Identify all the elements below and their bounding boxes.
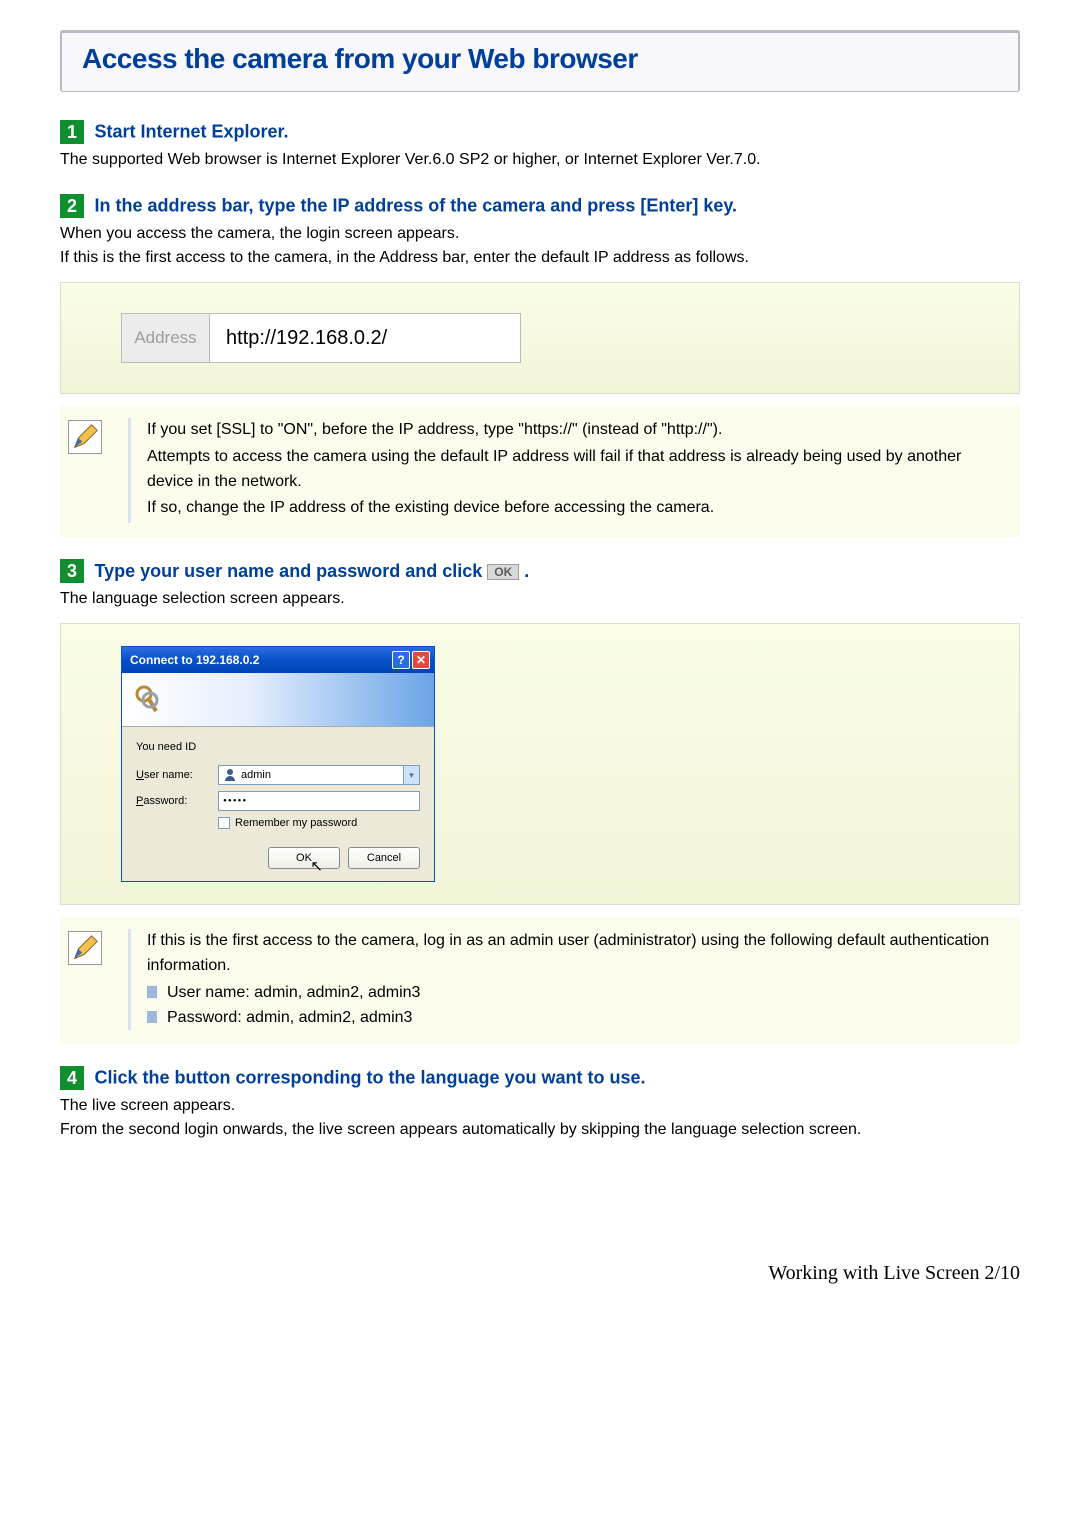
keys-icon: [132, 682, 168, 718]
step-4-body-1: The live screen appears.: [60, 1094, 1020, 1118]
step-4-body-2: From the second login onwards, the live …: [60, 1118, 1020, 1142]
password-label: Password:: [136, 795, 218, 807]
note-default-username: User name: admin, admin2, admin3: [147, 981, 1000, 1006]
note-default-intro: If this is the first access to the camer…: [147, 929, 1000, 979]
pencil-note-icon: [68, 931, 102, 965]
step-3-heading-period: .: [524, 561, 529, 581]
step-3: 3 Type your user name and password and c…: [60, 559, 1020, 583]
note-divider-2: [128, 929, 131, 1030]
dialog-help-button[interactable]: ?: [392, 651, 410, 669]
note-ssl-body: If you set [SSL] to "ON", before the IP …: [147, 418, 1000, 523]
login-dialog: Connect to 192.168.0.2 ? ✕ You need ID U…: [121, 646, 435, 882]
note-ssl-line3: If so, change the IP address of the exis…: [147, 496, 1000, 521]
step-number-1: 1: [60, 120, 84, 144]
dialog-close-button[interactable]: ✕: [412, 651, 430, 669]
dialog-cancel-button[interactable]: Cancel: [348, 847, 420, 869]
dialog-need-id: You need ID: [136, 741, 420, 753]
cursor-icon: ↖: [310, 857, 323, 875]
note-ssl: If you set [SSL] to "ON", before the IP …: [60, 406, 1020, 537]
chevron-down-icon[interactable]: ▾: [403, 766, 419, 784]
inline-ok-button: OK: [487, 564, 519, 580]
dialog-header-image: [122, 673, 434, 727]
remember-row[interactable]: Remember my password: [218, 817, 420, 829]
note-icon-column-2: [68, 929, 128, 1030]
step-1: 1 Start Internet Explorer.: [60, 120, 1020, 144]
step-2-body-2: If this is the first access to the camer…: [60, 246, 1020, 270]
note-icon-column: [68, 418, 128, 523]
step-4-heading: Click the button corresponding to the la…: [94, 1068, 645, 1088]
login-dialog-panel: Connect to 192.168.0.2 ? ✕ You need ID U…: [60, 623, 1020, 905]
note-default-login-body: If this is the first access to the camer…: [147, 929, 1000, 1030]
username-value: admin: [241, 769, 403, 781]
note-ssl-line2: Attempts to access the camera using the …: [147, 445, 1000, 495]
password-input[interactable]: •••••: [218, 791, 420, 811]
step-2-heading: In the address bar, type the IP address …: [94, 196, 737, 216]
username-row: User name: admin ▾: [136, 765, 420, 785]
remember-label: Remember my password: [235, 817, 357, 829]
step-3-heading-text: Type your user name and password and cli…: [94, 561, 482, 581]
page-footer: Working with Live Screen 2/10: [60, 1262, 1020, 1285]
step-2-body-1: When you access the camera, the login sc…: [60, 222, 1020, 246]
step-3-body: The language selection screen appears.: [60, 587, 1020, 611]
dialog-button-row: OK ↖ Cancel: [136, 847, 420, 869]
step-number-4: 4: [60, 1066, 84, 1090]
username-label: User name:: [136, 769, 218, 781]
dialog-ok-button[interactable]: OK ↖: [268, 847, 340, 869]
dialog-title: Connect to 192.168.0.2: [130, 653, 259, 667]
dialog-body: You need ID User name: admin ▾ Password:…: [122, 727, 434, 881]
password-row: Password: •••••: [136, 791, 420, 811]
step-1-heading: Start Internet Explorer.: [94, 122, 288, 142]
dialog-titlebar: Connect to 192.168.0.2 ? ✕: [122, 647, 434, 673]
step-4: 4 Click the button corresponding to the …: [60, 1066, 1020, 1090]
page-title-panel: Access the camera from your Web browser: [60, 30, 1020, 92]
username-combobox[interactable]: admin ▾: [218, 765, 420, 785]
note-default-password: Password: admin, admin2, admin3: [147, 1006, 1000, 1031]
cancel-label: Cancel: [367, 852, 401, 864]
note-ssl-line1: If you set [SSL] to "ON", before the IP …: [147, 418, 1000, 443]
note-default-login: If this is the first access to the camer…: [60, 917, 1020, 1044]
address-example-panel: Address http://192.168.0.2/: [60, 282, 1020, 394]
step-1-body: The supported Web browser is Internet Ex…: [60, 148, 1020, 172]
address-value: http://192.168.0.2/: [210, 314, 520, 362]
note-divider: [128, 418, 131, 523]
note-default-list: User name: admin, admin2, admin3 Passwor…: [147, 981, 1000, 1031]
password-value: •••••: [223, 795, 247, 807]
address-bar: Address http://192.168.0.2/: [121, 313, 521, 363]
step-number-2: 2: [60, 194, 84, 218]
remember-checkbox[interactable]: [218, 817, 230, 829]
address-label: Address: [122, 314, 210, 362]
user-icon: [223, 768, 237, 782]
pencil-note-icon: [68, 420, 102, 454]
step-2: 2 In the address bar, type the IP addres…: [60, 194, 1020, 218]
page-title: Access the camera from your Web browser: [82, 43, 998, 75]
step-number-3: 3: [60, 559, 84, 583]
step-3-heading: Type your user name and password and cli…: [94, 561, 529, 581]
